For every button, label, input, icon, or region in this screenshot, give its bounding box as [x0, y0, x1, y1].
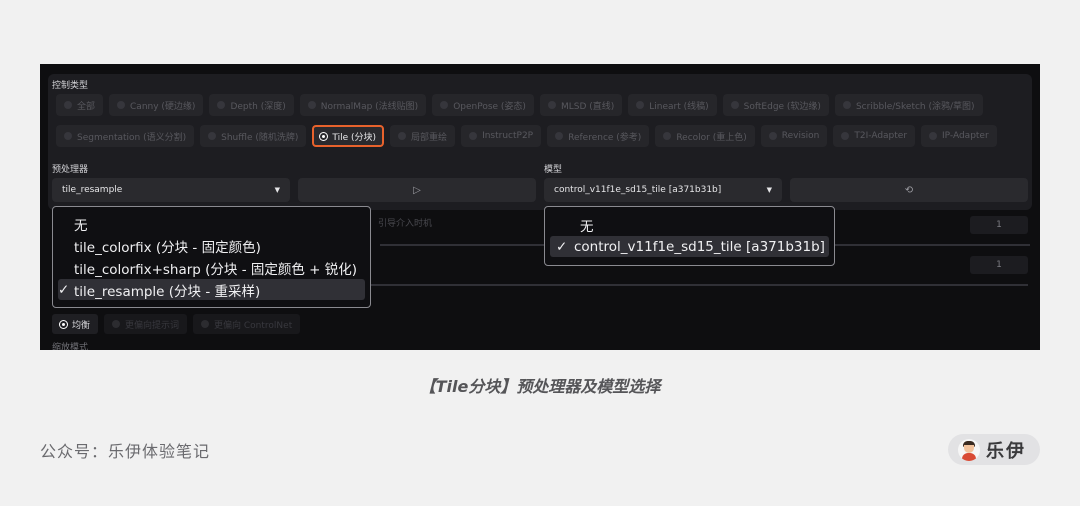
control-type-option[interactable]: Recolor (重上色): [655, 125, 755, 147]
radio-icon: [398, 132, 407, 140]
dropdown-arrow-icon: ▼: [274, 186, 280, 194]
control-mode-prompt[interactable]: 更偏向提示词: [104, 314, 188, 334]
author-badge: 乐伊: [948, 434, 1040, 465]
preprocessor-label: 预处理器: [52, 165, 89, 175]
dropdown-arrow-icon: ▼: [766, 186, 772, 194]
preprocessor-option[interactable]: 无: [58, 213, 365, 234]
radio-icon: [112, 320, 121, 328]
radio-icon: [117, 101, 126, 109]
control-type-option[interactable]: Revision: [760, 125, 828, 147]
check-icon: ✓: [58, 281, 70, 298]
refresh-icon: ⟲: [904, 184, 914, 196]
radio-icon: [636, 101, 645, 109]
author-name: 乐伊: [986, 440, 1026, 462]
run-preprocessor-button[interactable]: ▷: [298, 178, 536, 202]
radio-icon: [547, 101, 556, 109]
footer-account: 公众号：乐伊体验笔记: [40, 442, 211, 461]
model-dropdown[interactable]: control_v11f1e_sd15_tile [a371b31b] ▼: [544, 178, 782, 202]
radio-icon: [929, 132, 938, 140]
control-type-option[interactable]: 全部: [56, 94, 104, 116]
control-type-label: 控制类型: [52, 81, 89, 91]
model-option[interactable]: 无: [550, 214, 829, 235]
control-type-row-2: Segmentation (语义分割) Shuffle (随机洗牌) Tile …: [56, 125, 997, 147]
radio-icon: [768, 132, 777, 140]
play-icon: ▷: [413, 184, 421, 196]
radio-icon: [440, 101, 449, 109]
radio-icon: [469, 132, 478, 140]
figure-caption: 【Tile分块】预处理器及模型选择: [419, 377, 661, 396]
control-type-option[interactable]: Depth (深度): [209, 94, 294, 116]
radio-icon: [555, 132, 564, 140]
radio-icon: [841, 132, 850, 140]
control-type-option[interactable]: IP-Adapter: [921, 125, 997, 147]
timing-label: 引导介入时机: [378, 219, 433, 229]
radio-icon: [307, 101, 316, 109]
controlnet-panel: 控制类型 全部 Canny (硬边缘) Depth (深度) NormalMap…: [48, 74, 1032, 210]
radio-icon: [730, 101, 739, 109]
control-type-option[interactable]: Lineart (线稿): [628, 94, 717, 116]
control-type-option[interactable]: 局部重绘: [390, 125, 456, 147]
radio-icon: [663, 132, 672, 140]
radio-selected-icon: [60, 320, 67, 328]
radio-selected-icon: [320, 132, 328, 140]
control-type-option[interactable]: T2I-Adapter: [833, 125, 916, 147]
control-type-option[interactable]: MLSD (直线): [539, 94, 623, 116]
control-type-option-tile-selected[interactable]: Tile (分块): [312, 125, 385, 147]
preprocessor-dropdown[interactable]: tile_resample ▼: [52, 178, 290, 202]
model-label: 模型: [544, 165, 563, 175]
control-type-option[interactable]: NormalMap (法线贴图): [299, 94, 427, 116]
radio-icon: [64, 101, 72, 109]
control-type-option[interactable]: Shuffle (随机洗牌): [200, 125, 307, 147]
radio-icon: [64, 132, 72, 140]
preprocessor-option[interactable]: tile_colorfix+sharp (分块 - 固定颜色 + 锐化): [58, 257, 365, 278]
control-type-option[interactable]: SoftEdge (软边缘): [722, 94, 829, 116]
control-type-option[interactable]: Canny (硬边缘): [109, 94, 204, 116]
preprocessor-value: tile_resample: [62, 185, 123, 195]
preprocessor-option[interactable]: tile_colorfix (分块 - 固定颜色): [58, 235, 365, 256]
control-mode-controlnet[interactable]: 更偏向 ControlNet: [193, 314, 301, 334]
model-menu: 无 ✓ control_v11f1e_sd15_tile [a371b31b]: [544, 206, 835, 266]
radio-icon: [208, 132, 217, 140]
control-type-option[interactable]: InstructP2P: [461, 125, 542, 147]
control-mode-group: 均衡 更偏向提示词 更偏向 ControlNet: [52, 314, 301, 334]
start-value-input[interactable]: 1: [970, 216, 1028, 234]
control-mode-balanced[interactable]: 均衡: [52, 314, 99, 334]
control-type-option[interactable]: OpenPose (姿态): [432, 94, 534, 116]
radio-icon: [201, 320, 210, 328]
check-icon: ✓: [556, 238, 568, 255]
end-value-input[interactable]: 1: [970, 256, 1028, 274]
preprocessor-option-selected[interactable]: ✓ tile_resample (分块 - 重采样): [58, 279, 365, 300]
control-type-option[interactable]: Reference (参考): [547, 125, 650, 147]
control-type-row-1: 全部 Canny (硬边缘) Depth (深度) NormalMap (法线贴…: [56, 94, 983, 116]
model-value: control_v11f1e_sd15_tile [a371b31b]: [554, 185, 722, 195]
preprocessor-menu: 无 tile_colorfix (分块 - 固定颜色) tile_colorfi…: [52, 206, 371, 308]
screenshot-panel: 控制类型 全部 Canny (硬边缘) Depth (深度) NormalMap…: [40, 64, 1040, 350]
resize-mode-label: 缩放模式: [52, 343, 89, 350]
model-option-selected[interactable]: ✓ control_v11f1e_sd15_tile [a371b31b]: [550, 236, 829, 257]
radio-icon: [217, 101, 226, 109]
control-type-option[interactable]: Segmentation (语义分割): [56, 125, 195, 147]
avatar-icon: [958, 438, 980, 461]
refresh-models-button[interactable]: ⟲: [790, 178, 1028, 202]
radio-icon: [842, 101, 851, 109]
control-type-option[interactable]: Scribble/Sketch (涂鸦/草图): [834, 94, 983, 116]
